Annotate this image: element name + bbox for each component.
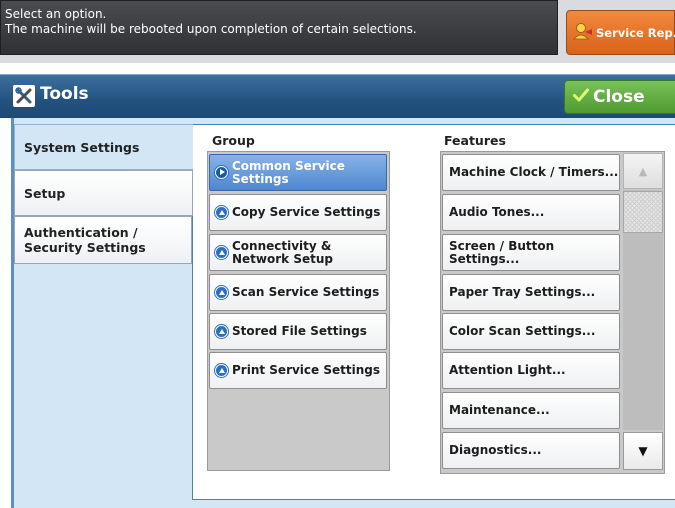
title-bar: Tools Close — [0, 74, 675, 118]
feature-machine-clock[interactable]: Machine Clock / Timers... — [442, 154, 620, 191]
feature-label: Screen / Button Settings... — [449, 238, 555, 266]
feature-label: Diagnostics... — [449, 443, 542, 457]
group-item-connectivity[interactable]: Connectivity & Network Setup — [209, 234, 387, 271]
tab-label: System Settings — [24, 139, 140, 155]
tools-icon — [13, 85, 35, 107]
service-rep-button[interactable]: Service Rep. — [566, 10, 675, 55]
feature-paper-tray[interactable]: Paper Tray Settings... — [442, 274, 620, 311]
feature-attention-light[interactable]: Attention Light... — [442, 352, 620, 389]
feature-diagnostics[interactable]: Diagnostics... — [442, 432, 620, 469]
message-box: Select an option. The machine will be re… — [0, 0, 558, 55]
feature-label: Maintenance... — [449, 403, 550, 417]
up-arrow-icon — [215, 206, 228, 219]
tab-authentication-security[interactable]: Authentication / Security Settings — [14, 216, 192, 264]
feature-label: Paper Tray Settings... — [449, 285, 596, 299]
up-arrow-icon — [215, 364, 228, 377]
group-item-label: Print Service Settings — [232, 363, 380, 377]
tab-label: Authentication / Security Settings — [24, 225, 146, 255]
scroll-down-button[interactable]: ▼ — [623, 432, 663, 470]
service-rep-label: Service Rep. — [596, 25, 675, 40]
group-item-label: Connectivity & Network Setup — [232, 238, 333, 266]
group-item-common-service[interactable]: Common Service Settings — [209, 154, 387, 191]
group-heading: Group — [212, 133, 255, 148]
tab-label: Setup — [24, 185, 66, 201]
checkmark-icon — [573, 87, 589, 107]
selected-arrow-icon — [215, 166, 228, 179]
up-arrow-icon — [215, 325, 228, 338]
features-heading: Features — [444, 133, 506, 148]
scroll-down-arrow-icon: ▼ — [638, 444, 648, 458]
group-item-label: Common Service Settings — [232, 158, 345, 186]
scrollbar-thumb[interactable] — [623, 191, 663, 233]
close-button[interactable]: Close — [564, 80, 675, 114]
feature-maintenance[interactable]: Maintenance... — [442, 392, 620, 429]
message-line-2: The machine will be rebooted upon comple… — [5, 22, 417, 36]
up-arrow-icon — [215, 286, 228, 299]
tab-system-settings[interactable]: System Settings — [14, 124, 193, 170]
group-item-print-service[interactable]: Print Service Settings — [209, 352, 387, 389]
scroll-up-arrow-icon: ▲ — [638, 164, 648, 178]
scroll-up-button[interactable]: ▲ — [623, 153, 663, 189]
group-item-label: Stored File Settings — [232, 324, 367, 338]
message-line-1: Select an option. — [5, 7, 107, 21]
feature-label: Attention Light... — [449, 363, 566, 377]
feature-label: Machine Clock / Timers... — [449, 165, 619, 179]
feature-label: Audio Tones... — [449, 205, 545, 219]
service-rep-icon — [573, 22, 593, 43]
group-item-label: Scan Service Settings — [232, 285, 380, 299]
group-item-label: Copy Service Settings — [232, 205, 381, 219]
feature-screen-button[interactable]: Screen / Button Settings... — [442, 234, 620, 271]
group-item-copy-service[interactable]: Copy Service Settings — [209, 194, 387, 231]
close-label: Close — [593, 87, 645, 107]
page-title: Tools — [40, 84, 89, 104]
group-item-stored-file[interactable]: Stored File Settings — [209, 313, 387, 350]
up-arrow-icon — [215, 246, 228, 259]
feature-label: Color Scan Settings... — [449, 324, 596, 338]
feature-color-scan[interactable]: Color Scan Settings... — [442, 313, 620, 350]
tab-setup[interactable]: Setup — [14, 170, 193, 216]
feature-audio-tones[interactable]: Audio Tones... — [442, 194, 620, 231]
group-item-scan-service[interactable]: Scan Service Settings — [209, 274, 387, 311]
message-area: Select an option. The machine will be re… — [0, 0, 675, 63]
